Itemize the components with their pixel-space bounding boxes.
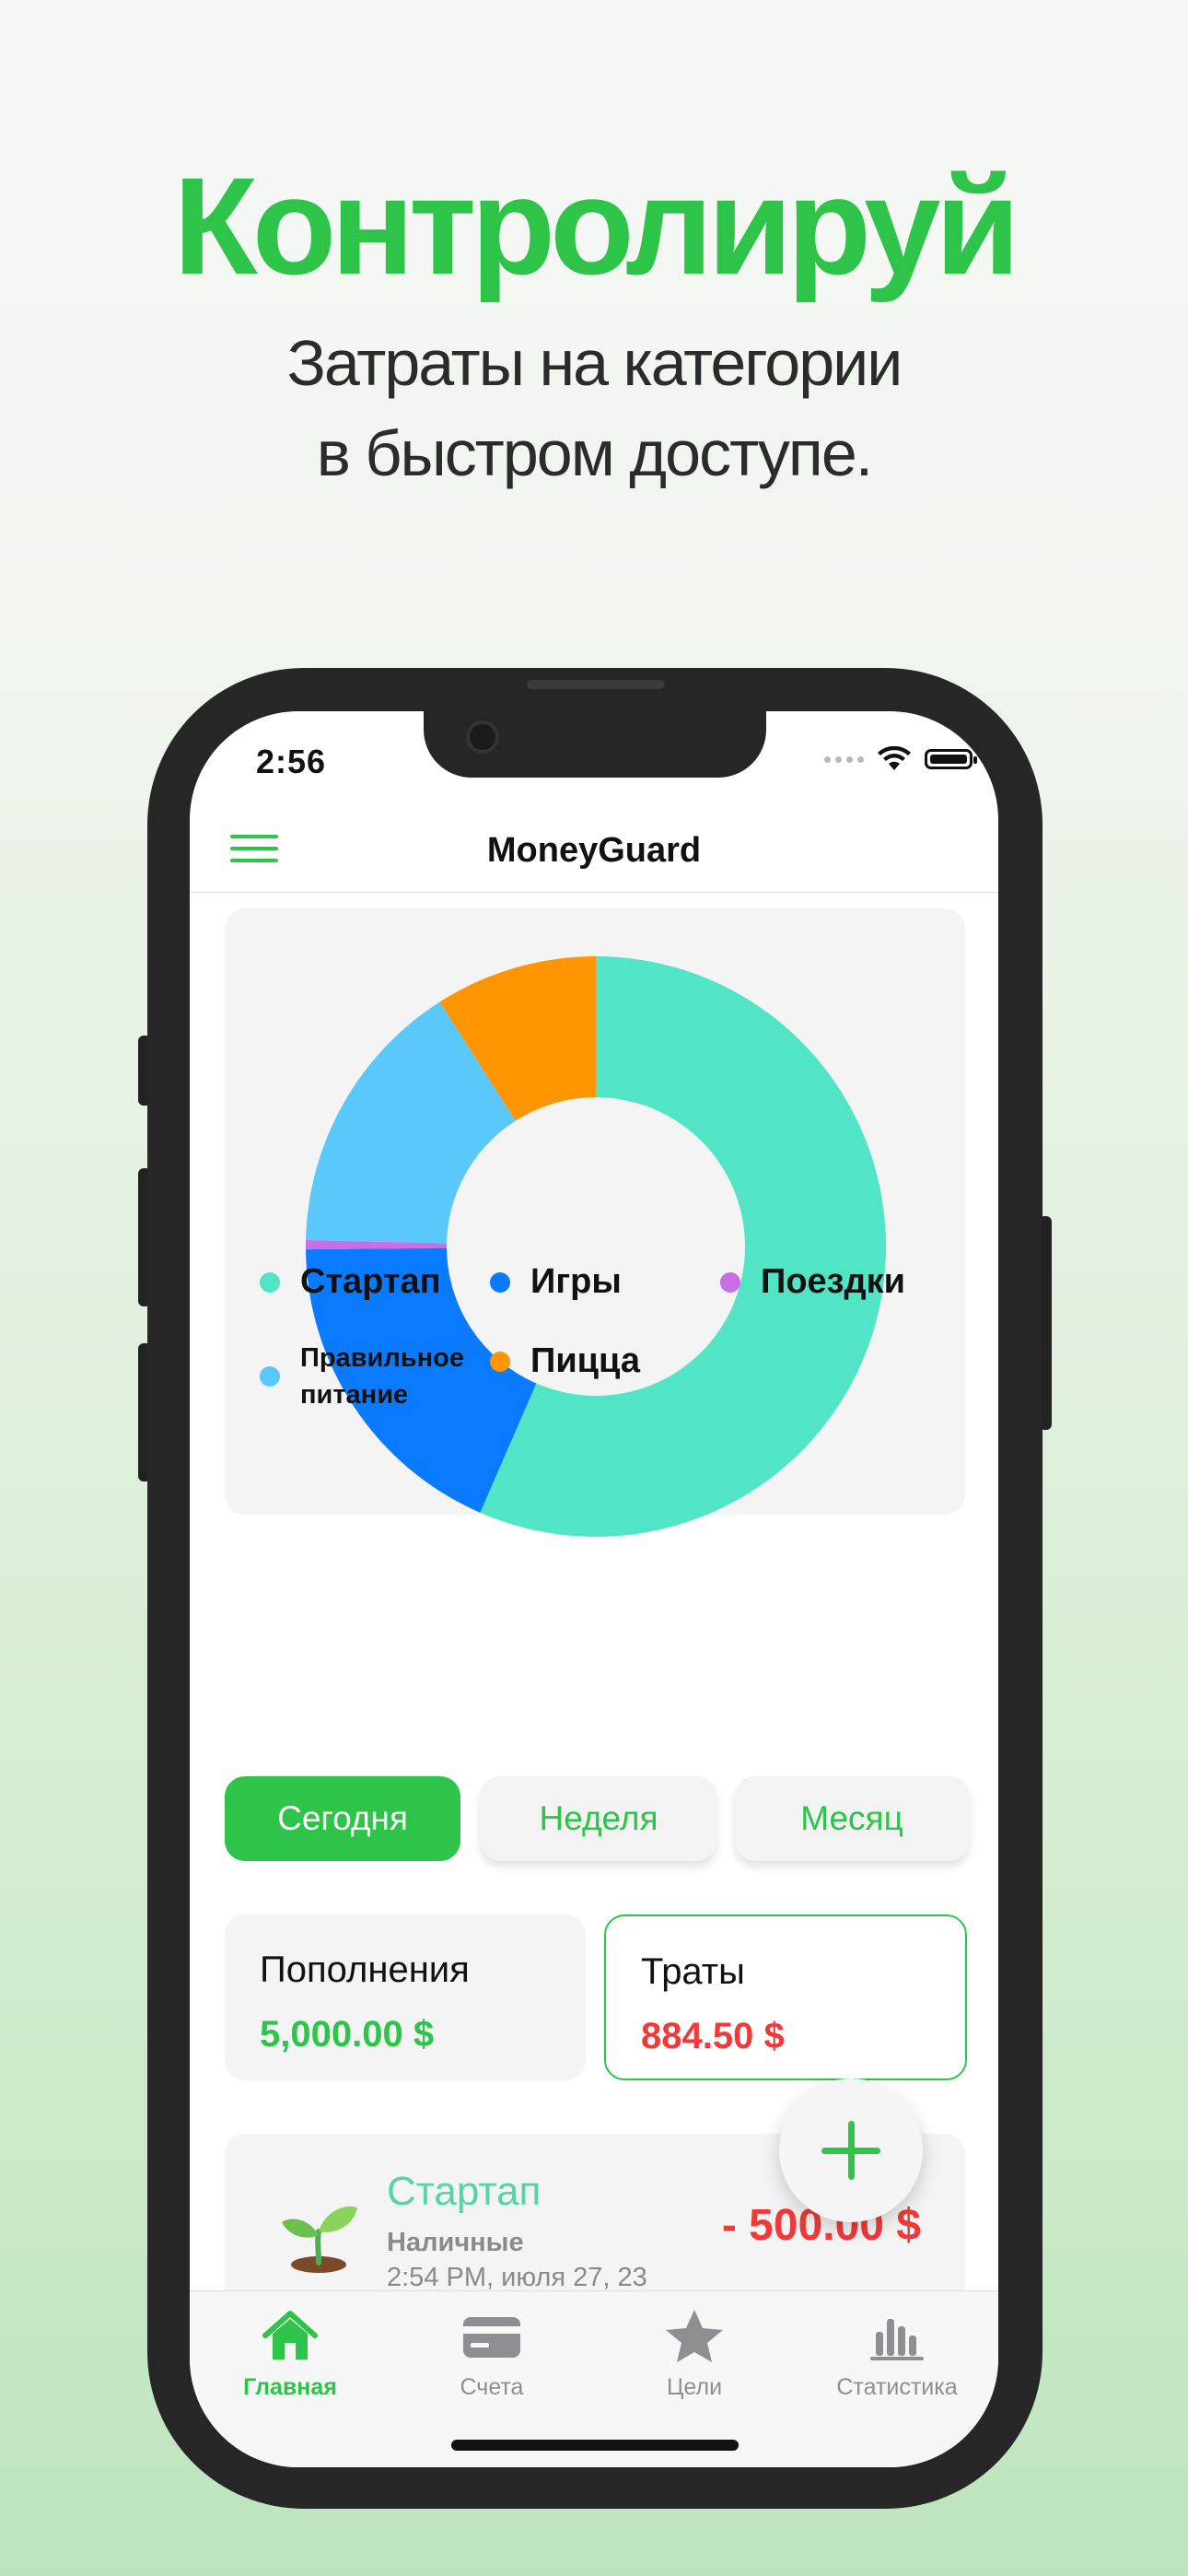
legend-label-nutrition: Правильное питание — [300, 1343, 464, 1410]
notch — [424, 711, 766, 778]
legend-item-nutrition: Правильное питание — [260, 1340, 484, 1413]
status-icons — [824, 746, 977, 772]
phone-screen: 2:56 MoneyGuard Стартап Игры Поездки Пра… — [190, 711, 998, 2467]
credit-card-icon — [463, 2317, 520, 2358]
front-camera — [466, 720, 499, 754]
tab-home-label: Главная — [243, 2374, 337, 2400]
expense-chart-card: Стартап Игры Поездки Правильное питание … — [225, 908, 965, 1537]
promo-subtitle-line-1: Затраты на категории — [286, 327, 903, 399]
navigation-bar: MoneyGuard — [190, 811, 998, 893]
period-today-button[interactable]: Сегодня — [225, 1776, 460, 1861]
app-title: MoneyGuard — [486, 831, 702, 870]
battery-icon — [925, 749, 977, 769]
home-icon — [262, 2311, 318, 2359]
promo-title: Контролируй — [173, 148, 1020, 303]
legend-item-startup: Стартап — [260, 1262, 441, 1302]
tab-statistics[interactable]: Статистика — [796, 2308, 998, 2401]
legend-dot-games — [490, 1271, 510, 1293]
transaction-account: Наличные — [387, 2228, 524, 2257]
donut-chart — [306, 956, 886, 1537]
legend-item-games: Игры — [490, 1262, 622, 1302]
income-card[interactable]: Пополнения 5,000.00 $ — [225, 1914, 586, 2080]
legend-dot-trips — [720, 1271, 740, 1293]
expense-card[interactable]: Траты 884.50 $ — [604, 1914, 967, 2080]
tab-goals-label: Цели — [666, 2374, 723, 2400]
tab-accounts[interactable]: Счета — [390, 2308, 593, 2401]
star-icon — [666, 2310, 723, 2362]
legend-dot-pizza — [490, 1351, 510, 1372]
tab-home[interactable]: Главная — [190, 2308, 391, 2401]
income-label: Пополнения — [260, 1950, 470, 1990]
transaction-datetime: 2:54 PM, июля 27, 23 — [387, 2263, 647, 2292]
transaction-category: Стартап — [387, 2169, 542, 2214]
promo-subtitle: Затраты на категории в быстром доступе. — [0, 318, 1188, 498]
period-week-button[interactable]: Неделя — [481, 1776, 716, 1861]
signal-icon — [824, 755, 864, 763]
tab-statistics-label: Статистика — [836, 2374, 958, 2400]
legend-label-games: Игры — [530, 1262, 622, 1301]
income-value: 5,000.00 $ — [260, 2014, 435, 2055]
expense-value: 884.50 $ — [641, 2016, 785, 2056]
wifi-icon — [878, 746, 911, 770]
seedling-icon — [282, 2206, 357, 2273]
legend-item-pizza: Пицца — [490, 1341, 640, 1381]
legend-dot-startup — [260, 1271, 280, 1293]
legend-label-pizza: Пицца — [530, 1341, 640, 1380]
legend-label-trips: Поездки — [761, 1262, 906, 1301]
add-transaction-button[interactable] — [779, 2078, 923, 2222]
promo-subtitle-line-2: в быстром доступе. — [316, 417, 873, 489]
home-indicator — [451, 2440, 739, 2451]
legend-label-startup: Стартап — [300, 1262, 441, 1301]
status-time: 2:56 — [256, 743, 327, 780]
tab-goals[interactable]: Цели — [593, 2308, 796, 2401]
phone-speaker — [527, 680, 665, 689]
period-month-button[interactable]: Месяц — [735, 1776, 969, 1861]
legend-item-trips: Поездки — [720, 1262, 905, 1302]
legend-dot-nutrition — [260, 1366, 280, 1387]
expense-label: Траты — [641, 1951, 745, 1992]
tab-accounts-label: Счета — [460, 2374, 524, 2400]
bar-chart-icon — [870, 2319, 924, 2360]
